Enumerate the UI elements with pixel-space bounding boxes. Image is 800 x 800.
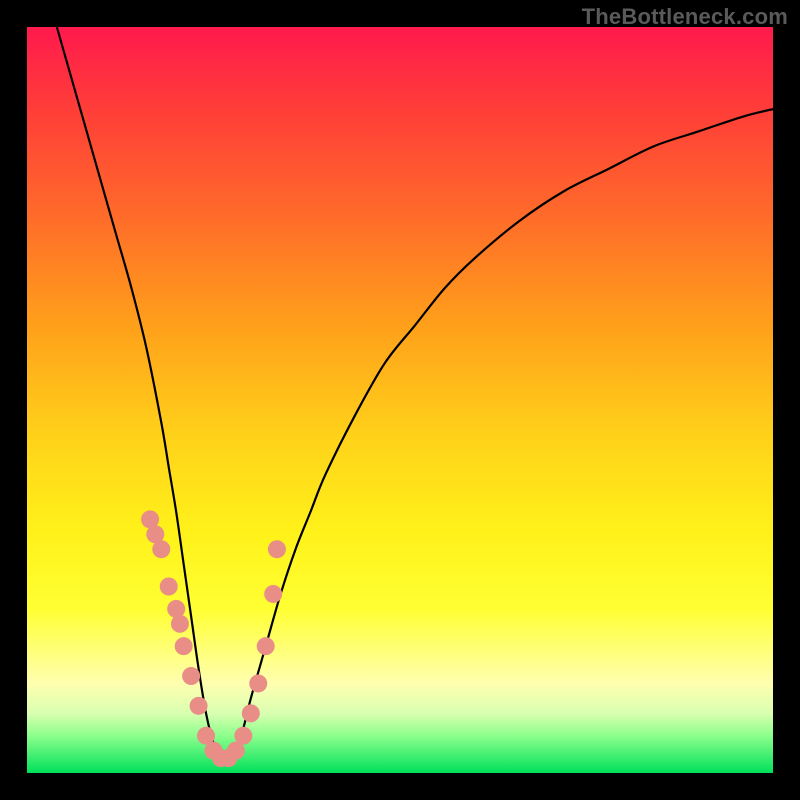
chart-svg [27,27,773,773]
marker-group [141,510,286,767]
highlight-marker [190,697,208,715]
watermark-text: TheBottleneck.com [582,4,788,30]
highlight-marker [234,727,252,745]
highlight-marker [242,704,260,722]
highlight-marker [264,585,282,603]
highlight-marker [152,540,170,558]
chart-frame: TheBottleneck.com [0,0,800,800]
highlight-marker [257,637,275,655]
highlight-marker [182,667,200,685]
highlight-marker [171,615,189,633]
bottleneck-curve [57,27,773,760]
plot-area [27,27,773,773]
highlight-marker [268,540,286,558]
highlight-marker [249,674,267,692]
highlight-marker [160,578,178,596]
highlight-marker [175,637,193,655]
